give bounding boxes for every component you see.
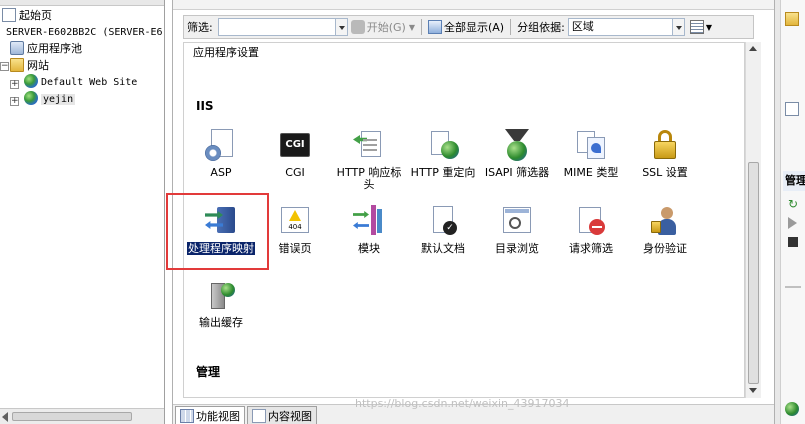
content-view-icon: [252, 408, 266, 423]
scroll-thumb[interactable]: [12, 412, 132, 421]
explore-folder-icon[interactable]: [785, 12, 799, 26]
tree-item-yejin[interactable]: yejin: [24, 91, 76, 107]
edit-permissions-icon[interactable]: [785, 102, 799, 116]
group-by-label: 分组依据:: [517, 21, 565, 34]
watermark: https://blog.csdn.net/weixin_43917034: [355, 397, 570, 410]
show-all-button[interactable]: 全部显示(A): [425, 16, 507, 38]
group-header-iis: IIS: [196, 99, 214, 113]
chevron-down-icon: ▼: [408, 22, 415, 32]
binoculars-icon: [350, 20, 365, 34]
chevron-down-icon: ▼: [705, 22, 712, 32]
filter-dropdown-arrow[interactable]: [335, 18, 348, 36]
features-vertical-scrollbar[interactable]: [745, 42, 761, 398]
feature-isapi-filters[interactable]: ISAPI 筛选器: [480, 129, 554, 179]
scroll-up-icon[interactable]: [749, 46, 757, 51]
filter-input[interactable]: [217, 18, 336, 36]
expand-yejin-toggle[interactable]: +: [10, 97, 19, 106]
feature-asp[interactable]: ASP: [184, 129, 258, 179]
request-filtering-icon: [575, 205, 607, 237]
app-pools-icon: [10, 41, 24, 55]
authentication-icon: [649, 205, 681, 237]
separator: [510, 19, 512, 35]
features-view-icon: [180, 408, 194, 423]
view-mode-button[interactable]: ▼: [687, 16, 715, 38]
browse-globe-icon[interactable]: [785, 402, 799, 416]
pane-header-band: [173, 0, 774, 10]
view-details-icon: [689, 20, 704, 34]
scroll-down-icon[interactable]: [749, 388, 757, 393]
feature-error-pages[interactable]: 404 错误页: [258, 205, 332, 255]
filter-label: 筛选:: [187, 21, 213, 34]
mime-types-icon: [575, 129, 607, 161]
expand-sites-toggle[interactable]: −: [0, 62, 9, 71]
actions-pane: 管理 ↻: [774, 0, 805, 424]
feature-http-redirect[interactable]: HTTP 重定向: [406, 129, 480, 179]
asp-icon: [205, 129, 237, 161]
tree-item-sites[interactable]: 网站: [10, 58, 49, 74]
group-by-dropdown-arrow[interactable]: [672, 18, 685, 36]
separator: [420, 19, 422, 35]
feature-request-filtering[interactable]: 请求筛选: [554, 205, 628, 255]
feature-output-caching[interactable]: 输出缓存: [184, 279, 258, 329]
http-response-headers-icon: [353, 129, 385, 161]
cgi-icon: CGI: [279, 129, 311, 161]
connections-tree: 起始页 SERVER-E602BB2C (SERVER-E6 应用程序池 − 网…: [0, 0, 165, 424]
feature-ssl-settings[interactable]: SSL 设置: [628, 129, 702, 179]
output-caching-icon: [205, 279, 237, 311]
isapi-filters-icon: [501, 129, 533, 161]
stop-icon[interactable]: [788, 237, 798, 247]
actions-header-manage: 管理: [783, 171, 805, 191]
feature-application-settings[interactable]: 应用程序设置: [186, 43, 266, 59]
modules-icon: [353, 205, 385, 237]
feature-directory-browsing[interactable]: 目录浏览: [480, 205, 554, 255]
error-pages-icon: 404: [279, 205, 311, 237]
start-page-icon: [2, 8, 16, 22]
tab-content-view[interactable]: 内容视图: [247, 406, 317, 424]
tree-item-start-page[interactable]: 起始页: [2, 8, 52, 24]
feature-modules[interactable]: 模块: [332, 205, 406, 255]
tree-item-server[interactable]: SERVER-E602BB2C (SERVER-E6: [6, 25, 163, 41]
group-header-management: 管理: [196, 365, 221, 379]
ssl-settings-icon: [649, 129, 681, 161]
actions-splitter[interactable]: [775, 0, 781, 424]
feature-authentication[interactable]: 身份验证: [628, 205, 702, 255]
expand-default-site-toggle[interactable]: +: [10, 80, 19, 89]
website-globe-icon: [24, 74, 38, 88]
sites-folder-icon: [10, 58, 24, 72]
show-all-icon: [427, 20, 442, 34]
divider: [785, 286, 801, 288]
tree-horizontal-scrollbar[interactable]: [0, 408, 164, 424]
default-document-icon: ✓: [427, 205, 459, 237]
feature-default-document[interactable]: ✓ 默认文档: [406, 205, 480, 255]
feature-cgi[interactable]: CGI CGI: [258, 129, 332, 179]
group-by-select[interactable]: 区域: [567, 18, 673, 36]
scroll-thumb[interactable]: [748, 162, 759, 384]
tree-item-app-pools[interactable]: 应用程序池: [10, 41, 82, 57]
http-redirect-icon: [427, 129, 459, 161]
directory-browsing-icon: [501, 205, 533, 237]
website-globe-icon: [24, 91, 38, 105]
tree-toolbar: [0, 0, 164, 6]
feature-mime-types[interactable]: MIME 类型: [554, 129, 628, 179]
scroll-left-icon[interactable]: [2, 412, 8, 422]
feature-http-response-headers[interactable]: HTTP 响应标头: [332, 129, 406, 191]
tab-features-view[interactable]: 功能视图: [175, 406, 245, 424]
start-filter-button[interactable]: 开始(G) ▼: [348, 16, 418, 38]
tree-item-default-web-site[interactable]: Default Web Site: [24, 74, 137, 90]
start-icon[interactable]: [788, 217, 797, 229]
restart-icon[interactable]: ↻: [788, 198, 800, 210]
filter-toolbar: 筛选: 开始(G) ▼ 全部显示(A) 分组依据: 区域 ▼: [183, 15, 754, 39]
handler-mappings-highlight-box: [166, 193, 269, 270]
